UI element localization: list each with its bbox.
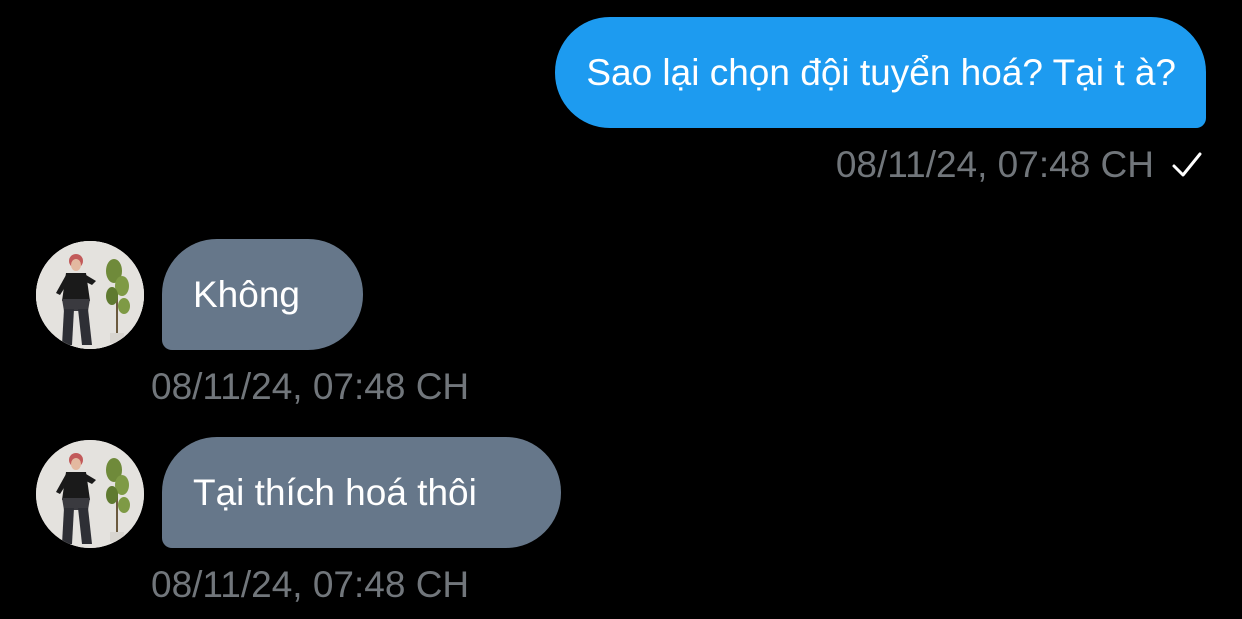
received-message-timestamp: 08/11/24, 07:48 CH [151, 366, 470, 407]
user-avatar[interactable] [36, 241, 144, 349]
message-text: Không [193, 274, 300, 315]
avatar-image [36, 241, 144, 349]
received-message-bubble[interactable]: Không [162, 239, 363, 350]
received-message-timestamp: 08/11/24, 07:48 CH [151, 564, 470, 605]
user-avatar[interactable] [36, 440, 144, 548]
sent-message-timestamp: 08/11/24, 07:48 CH [836, 146, 1204, 183]
checkmark-icon [1170, 148, 1204, 182]
timestamp-text: 08/11/24, 07:48 CH [835, 144, 1154, 185]
received-message-bubble[interactable]: Tại thích hoá thôi [162, 437, 561, 548]
message-text: Sao lại chọn đội tuyển hoá? Tại t à? [586, 52, 1176, 93]
sent-message-bubble[interactable]: Sao lại chọn đội tuyển hoá? Tại t à? [555, 17, 1206, 128]
chat-thread: Sao lại chọn đội tuyển hoá? Tại t à? 08/… [0, 0, 1242, 619]
avatar-image [36, 440, 144, 548]
message-text: Tại thích hoá thôi [193, 472, 477, 513]
